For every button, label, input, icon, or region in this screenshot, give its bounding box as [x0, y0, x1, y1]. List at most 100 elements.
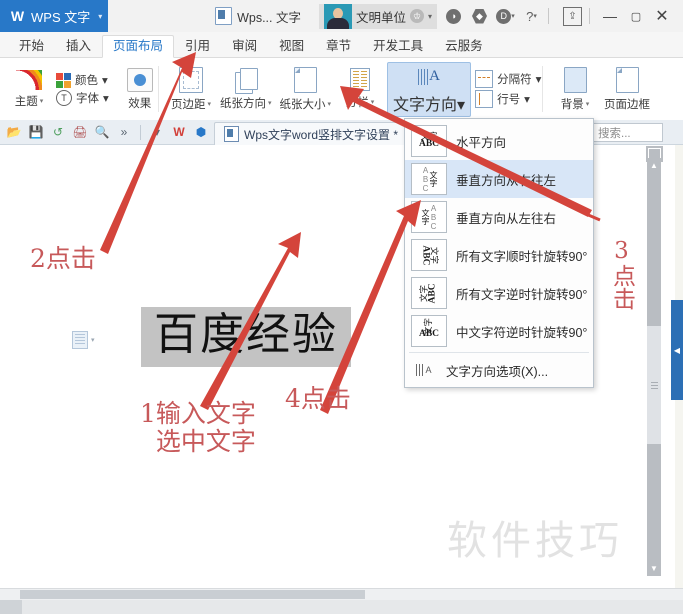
menu-item-horizontal[interactable]: 文字 ABC 水平方向	[405, 122, 593, 160]
side-panel-toggle[interactable]: ◀	[671, 300, 683, 400]
menu-item-rotate-all-cw[interactable]: 文字 ABC 所有文字顺时针旋转90°	[405, 236, 593, 274]
tab-start[interactable]: 开始	[8, 36, 55, 58]
margins-label: 页边距	[170, 98, 206, 111]
save-icon[interactable]: 💾	[27, 123, 45, 141]
title-bar: W WPS 文字 ▾ Wps... 文字 文明单位 ♔ ▾ ◑ ◆ D ▾ ? ▾ …	[0, 0, 683, 33]
fonts-button[interactable]: T 字体 ▾	[56, 90, 109, 106]
text-direction-button[interactable]: A 文字方向▾	[387, 61, 472, 117]
maximize-button[interactable]: ▢	[623, 6, 649, 26]
theme-button[interactable]: 主题 ▾	[4, 69, 54, 109]
ribbon-group-background: 背景 ▾ 页面边框	[550, 58, 654, 120]
chevron-down-icon[interactable]: ▾	[148, 123, 166, 141]
effects-icon	[126, 67, 153, 92]
effects-label: 效果	[128, 97, 152, 110]
chevron-down-icon[interactable]: ▾	[524, 92, 530, 106]
vertical-scrollbar[interactable]: ▲ ▼	[647, 158, 661, 576]
status-bar-left	[0, 600, 22, 614]
columns-label: 分栏	[345, 97, 369, 109]
droplet-icon[interactable]: D ▾	[496, 7, 515, 26]
menu-item-vertical-ltr[interactable]: 文字 ABC 垂直方向从左往右	[405, 198, 593, 236]
colors-button[interactable]: 颜色 ▾	[56, 72, 109, 88]
horizontal-scroll-thumb[interactable]	[20, 590, 365, 599]
tab-insert[interactable]: 插入	[55, 36, 102, 58]
crown-icon[interactable]: ♔	[409, 9, 424, 23]
colors-label: 颜色	[75, 75, 98, 87]
menu-item-rotate-cjk-ccw[interactable]: 文字 ABC 中文字符逆时针旋转90°	[405, 312, 593, 350]
tab-dev-tools[interactable]: 开发工具	[362, 36, 434, 58]
paste-options-icon[interactable]: ▾	[72, 331, 95, 349]
chevron-down-icon[interactable]: ▾	[268, 99, 272, 107]
chevron-down-icon[interactable]: ▾	[102, 73, 108, 87]
selected-document-text[interactable]: 百度经验	[141, 307, 351, 368]
separator-button[interactable]: 分隔符 ▾	[475, 70, 541, 88]
tab-review[interactable]: 审阅	[221, 36, 268, 58]
horizontal-scrollbar[interactable]	[0, 588, 683, 600]
text-vertical-ltr-icon: 文字 ABC	[411, 201, 447, 233]
more-commands-icon[interactable]: »	[115, 123, 133, 141]
divider	[548, 8, 549, 24]
chevron-down-icon[interactable]: ▾	[536, 72, 542, 86]
scroll-up-button[interactable]: ▲	[647, 158, 661, 173]
menu-item-rotate-all-ccw[interactable]: 文字 ABC 所有文字逆时针旋转90°	[405, 274, 593, 312]
tab-cloud-service[interactable]: 云服务	[434, 36, 494, 58]
divider	[589, 8, 590, 24]
fonts-label: 字体	[76, 93, 99, 105]
margins-button[interactable]: 页边距 ▾	[166, 66, 216, 112]
cube-icon[interactable]: ⬢	[192, 123, 210, 141]
chevron-down-icon[interactable]: ▾	[371, 98, 375, 106]
tab-chapter[interactable]: 章节	[315, 36, 362, 58]
text-horizontal-icon: 文字 ABC	[411, 125, 447, 157]
app-tab-wps-writer[interactable]: W WPS 文字 ▾	[0, 0, 108, 32]
chevron-down-icon[interactable]: ▾	[40, 97, 44, 105]
columns-icon	[350, 68, 371, 91]
chevron-down-icon[interactable]: ▾	[428, 12, 432, 21]
paper-size-button[interactable]: 纸张大小 ▾	[276, 66, 336, 112]
app-tab-label: WPS 文字	[31, 9, 91, 25]
chevron-down-icon[interactable]: ▾	[586, 100, 590, 108]
separator-label: 分隔符	[497, 74, 532, 86]
line-number-button[interactable]: 行号 ▾	[475, 90, 541, 108]
chevron-down-icon[interactable]: ▾	[98, 12, 102, 21]
tab-page-layout[interactable]: 页面布局	[102, 34, 175, 58]
document-chip[interactable]: Wps... 文字	[215, 7, 301, 26]
page-border-button[interactable]: 页面边框	[600, 66, 654, 112]
help-icon[interactable]: ? ▾	[522, 7, 541, 26]
tab-view[interactable]: 视图	[268, 36, 315, 58]
tab-reference[interactable]: 引用	[174, 36, 221, 58]
status-bar	[0, 600, 683, 614]
separator-icon	[475, 70, 494, 88]
menu-item-label: 文字方向选项(X)...	[446, 364, 549, 379]
compass-icon[interactable]: ◑	[444, 7, 463, 26]
orientation-button[interactable]: 纸张方向 ▾	[216, 67, 276, 111]
account-area[interactable]: 文明单位 ♔ ▾	[318, 3, 437, 29]
orientation-icon	[234, 67, 258, 94]
ribbon-group-page-setup: 页边距 ▾ 纸张方向 ▾ 纸张大小 ▾ 分栏 ▾ A 文字方向▾ 分隔符 ▾ 行…	[166, 58, 541, 120]
menu-item-vertical-rtl[interactable]: ABC 文字 垂直方向从右往左	[405, 160, 593, 198]
text-vertical-rtl-icon: ABC 文字	[411, 163, 447, 195]
background-button[interactable]: 背景 ▾	[550, 66, 600, 112]
font-icon: T	[56, 90, 72, 106]
text-direction-menu[interactable]: 文字 ABC 水平方向 ABC 文字 垂直方向从右往左 文字 ABC 垂直方向从左往右	[404, 118, 594, 388]
chevron-down-icon[interactable]: ▾	[207, 100, 211, 108]
paper-size-label: 纸张大小	[279, 98, 326, 111]
vertical-scroll-thumb[interactable]	[647, 326, 661, 444]
undo-icon[interactable]: ↺	[49, 123, 67, 141]
scroll-down-button[interactable]: ▼	[647, 561, 661, 576]
open-icon[interactable]: 📂	[5, 123, 23, 141]
menu-item-label: 所有文字顺时针旋转90°	[456, 249, 588, 264]
minimize-button[interactable]: —	[597, 6, 623, 26]
chevron-down-icon[interactable]: ▾	[103, 91, 109, 105]
hexagon-icon[interactable]: ◆	[470, 7, 489, 26]
wps-icon[interactable]: W	[170, 123, 188, 141]
ribbon-group-themes: 主题 ▾ 颜色 ▾ T 字体 ▾ 效果	[4, 58, 165, 120]
share-icon[interactable]: ⇪	[563, 6, 582, 26]
chevron-down-icon[interactable]: ▾	[328, 100, 332, 108]
print-icon[interactable]: 🖨	[71, 123, 89, 141]
text-direction-icon: A	[416, 65, 442, 89]
close-button[interactable]: ✕	[649, 6, 675, 26]
print-preview-icon[interactable]: 🔍	[93, 123, 111, 141]
menu-item-text-direction-options[interactable]: A 文字方向选项(X)...	[405, 355, 593, 385]
chevron-down-icon[interactable]: ▾	[457, 97, 465, 114]
document-tab[interactable]: Wps文字word竖排文字设置 *	[214, 122, 409, 145]
columns-button[interactable]: 分栏 ▾	[335, 68, 385, 110]
